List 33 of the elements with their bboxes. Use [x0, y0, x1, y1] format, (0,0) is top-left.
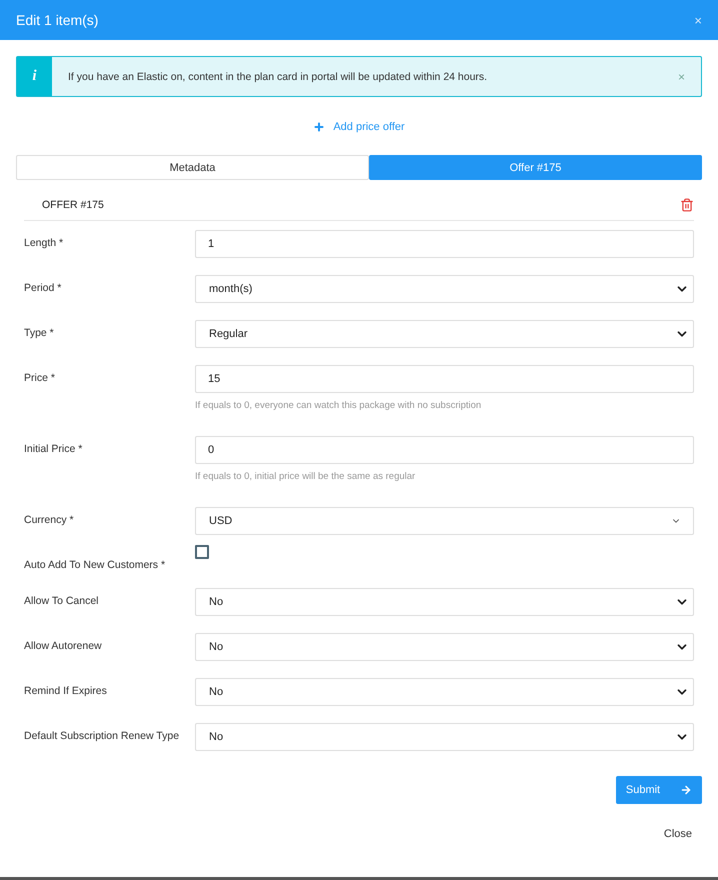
field-label: Currency * — [24, 513, 75, 528]
delete-icon[interactable] — [680, 198, 694, 212]
close-link[interactable]: Close — [664, 828, 692, 840]
info-icon: i — [17, 57, 52, 96]
select-field[interactable]: No — [195, 633, 694, 661]
field-label: Auto Add To New Customers * — [24, 558, 166, 571]
field-label: Allow To Cancel — [24, 594, 100, 609]
select-field[interactable]: month(s) — [195, 275, 694, 303]
field-label: Price * — [24, 371, 56, 386]
input-field[interactable]: 0 — [195, 436, 694, 464]
field-label: Initial Price * — [24, 442, 84, 457]
field-label: Allow Autorenew — [24, 639, 103, 654]
field-label: Period * — [24, 281, 62, 296]
input-field[interactable]: 15 — [195, 365, 694, 393]
field-label: Length * — [24, 236, 64, 251]
dialog-title: Edit 1 item(s) — [16, 12, 98, 28]
arrow-right-icon — [680, 784, 692, 796]
tab[interactable]: Metadata — [16, 155, 369, 180]
alert-text: If you have an Elastic on, content in the plan card in portal will be updated within 24 hours. — [67, 70, 488, 82]
input-field[interactable]: 1 — [195, 230, 694, 258]
select-field[interactable]: No — [195, 588, 694, 616]
field-label: Type * — [24, 326, 55, 341]
select-field[interactable]: Regular — [195, 320, 694, 348]
select-field[interactable]: USD — [195, 507, 694, 535]
field-label: Remind If Expires — [24, 684, 108, 699]
field-hint: If equals to 0, initial price will be the same as regular — [195, 471, 416, 482]
checkbox[interactable] — [195, 545, 209, 559]
plus-icon — [313, 121, 326, 133]
field-hint: If equals to 0, everyone can watch this package with no subscription — [195, 400, 482, 411]
field-label: Default Subscription Renew Type — [24, 729, 180, 744]
select-field[interactable]: No — [195, 723, 694, 751]
offer-title: OFFER #175 — [42, 199, 104, 211]
select-field[interactable]: No — [195, 678, 694, 706]
